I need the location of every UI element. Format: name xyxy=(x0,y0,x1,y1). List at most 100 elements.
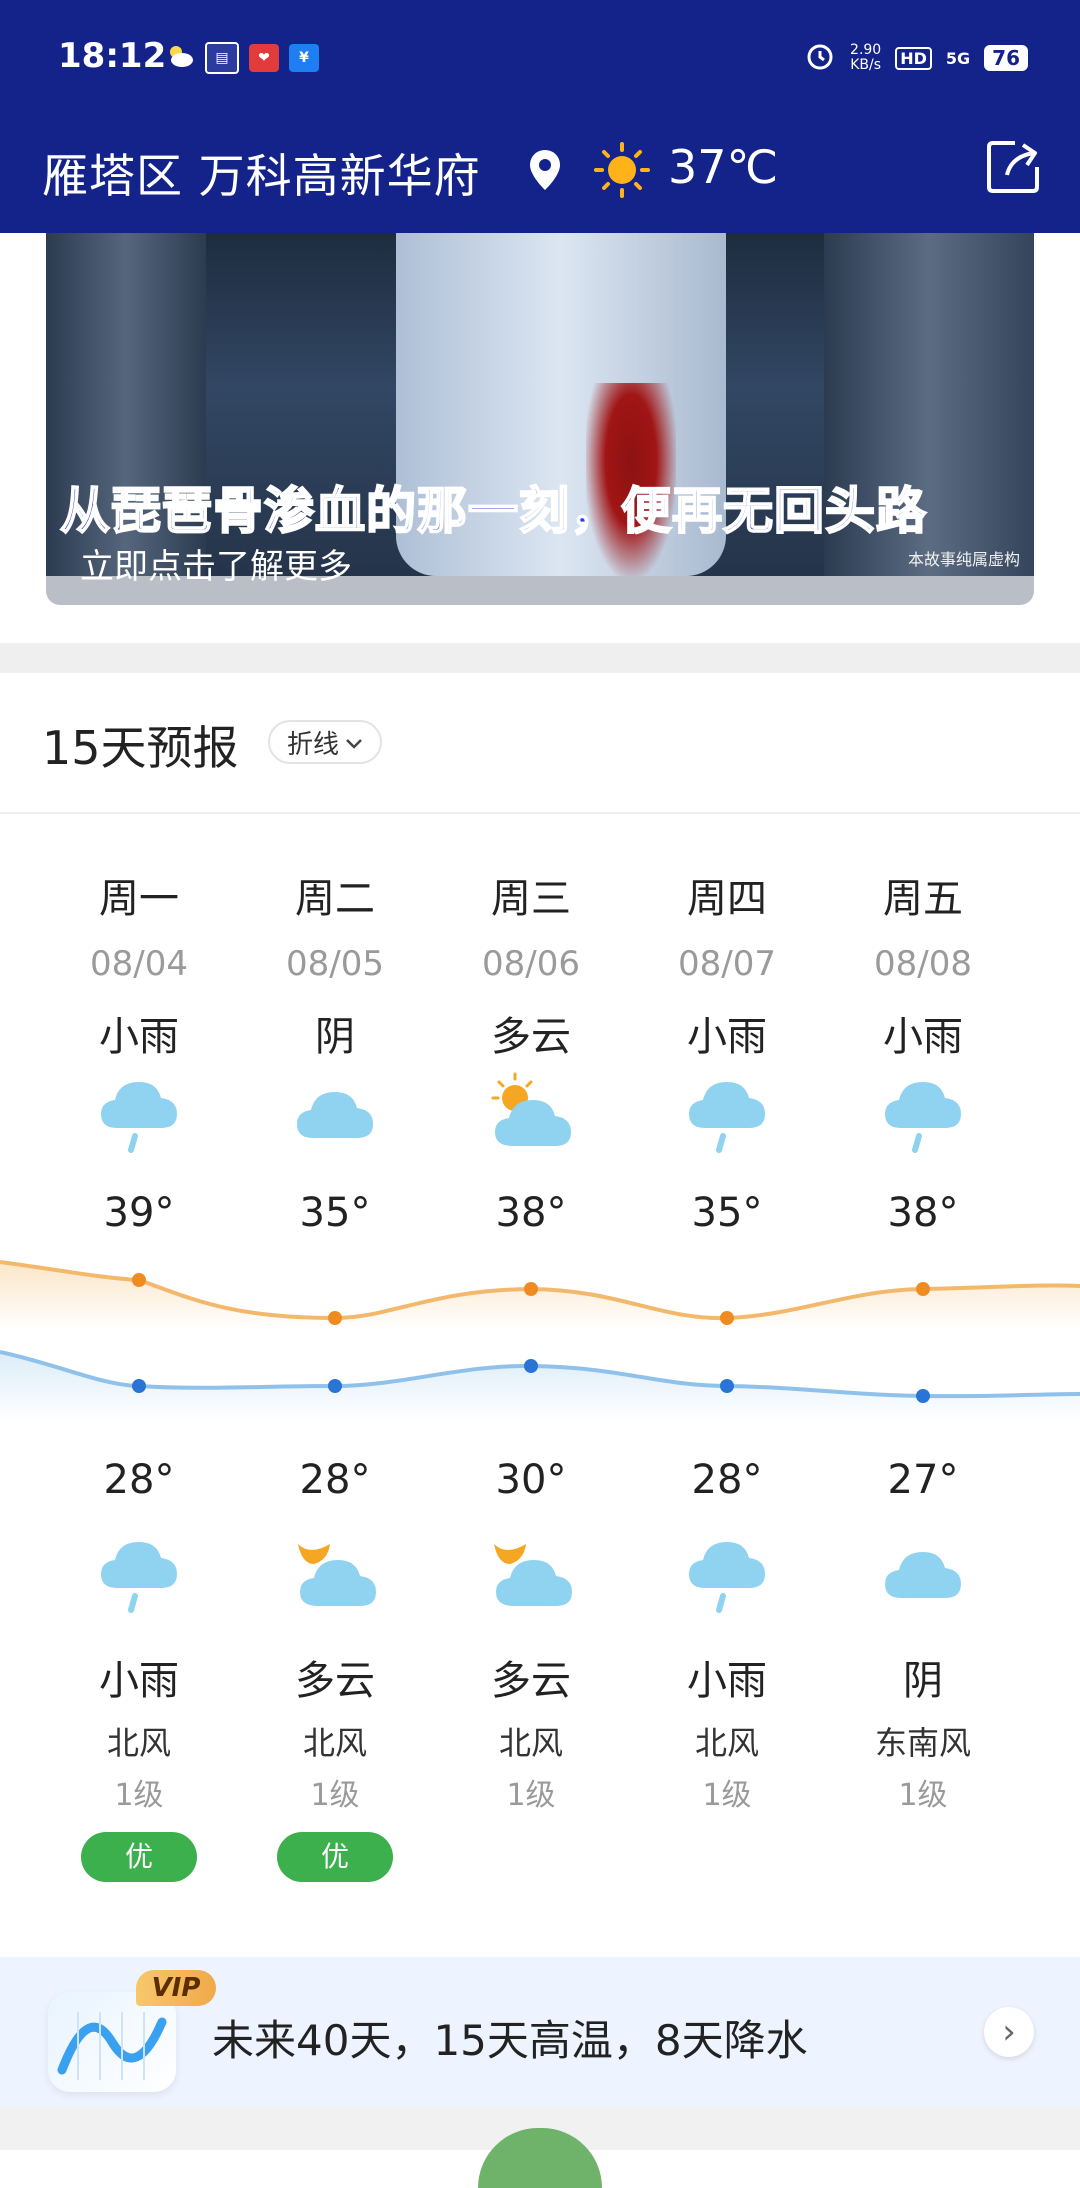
rain-icon xyxy=(99,1530,179,1618)
forecast-divider xyxy=(0,812,1080,814)
moon-cloud-icon xyxy=(290,1530,380,1618)
toutiao-app-icon: ▤ xyxy=(205,42,239,74)
day-column[interactable]: 周一 08/04 小雨 xyxy=(41,866,237,1062)
status-right: 2.90 KB/s HD 5G 76 xyxy=(804,40,1028,76)
low-temp: 28° xyxy=(691,1457,763,1503)
weekday: 周二 xyxy=(295,876,375,922)
net-speed-value: 2.90 xyxy=(850,42,882,58)
low-temp-dot xyxy=(720,1379,734,1393)
night-condition: 小雨 xyxy=(687,1658,767,1704)
wind-direction: 北风 xyxy=(498,1724,563,1762)
low-temp-dot xyxy=(916,1389,930,1403)
chart-mode-label: 折线 xyxy=(286,729,339,760)
signal-5g-icon: 5G xyxy=(945,48,971,68)
rain-icon xyxy=(99,1070,179,1158)
night-condition: 阴 xyxy=(903,1658,943,1704)
wind-direction: 北风 xyxy=(106,1724,171,1762)
wind-direction: 北风 xyxy=(694,1724,759,1762)
forecast-trend-icon xyxy=(48,1992,176,2092)
net-speed-unit: KB/s xyxy=(850,57,882,73)
top-bar: 18:12 ▤ ❤ ¥ 2.90 KB/s HD 5G 76 雁塔区 万科高新华… xyxy=(0,0,1080,233)
day-condition: 小雨 xyxy=(883,1014,963,1060)
aqi-badge[interactable]: 优 xyxy=(81,1832,197,1882)
date: 08/07 xyxy=(678,944,776,984)
banner-disclaimer: 本故事纯属虚构 xyxy=(907,550,1020,569)
day-condition: 小雨 xyxy=(99,1014,179,1060)
date: 08/08 xyxy=(874,944,972,984)
battery-icon: 76 xyxy=(984,45,1028,71)
weekday: 周五 xyxy=(883,876,963,922)
high-temp-dot xyxy=(524,1282,538,1296)
low-temp-dot xyxy=(524,1359,538,1373)
chart-mode-dropdown[interactable]: 折线 xyxy=(268,720,382,764)
high-temp: 39° xyxy=(103,1190,175,1236)
night-condition: 多云 xyxy=(491,1658,571,1704)
high-temp: 35° xyxy=(691,1190,763,1236)
share-icon[interactable] xyxy=(985,137,1043,199)
high-temp-dot xyxy=(916,1282,930,1296)
date: 08/05 xyxy=(286,944,384,984)
high-temp: 35° xyxy=(299,1190,371,1236)
vip-promo-text: 未来40天，15天高温，8天降水 xyxy=(212,2016,808,2065)
sun-icon xyxy=(592,140,652,204)
date: 08/06 xyxy=(482,944,580,984)
day-column[interactable]: 周二 08/05 阴 xyxy=(237,866,433,1062)
banner-headline: 从琵琶骨渗血的那一刻，便再无回头路 xyxy=(59,481,927,541)
night-info: 阴 东南风 1级 xyxy=(825,1648,1021,1814)
night-condition: 小雨 xyxy=(99,1658,179,1704)
alipay-app-icon: ¥ xyxy=(289,44,319,72)
low-temp: 28° xyxy=(103,1457,175,1503)
night-info: 多云 北风 1级 xyxy=(433,1648,629,1814)
status-time: 18:12 xyxy=(58,36,167,76)
day-condition: 阴 xyxy=(315,1014,355,1060)
day-column[interactable]: 周五 08/08 小雨 xyxy=(825,866,1021,1062)
hd-icon: HD xyxy=(895,46,932,70)
low-temp-dot xyxy=(328,1379,342,1393)
notification-icons: ▤ ❤ ¥ xyxy=(165,42,319,74)
cloud-icon xyxy=(295,1078,375,1152)
day-condition: 小雨 xyxy=(687,1014,767,1060)
wind-level: 1级 xyxy=(702,1778,752,1813)
low-temp: 30° xyxy=(495,1457,567,1503)
high-temp: 38° xyxy=(495,1190,567,1236)
night-info: 多云 北风 1级 优 xyxy=(237,1648,433,1882)
low-temp-dot xyxy=(132,1379,146,1393)
temperature-curve-chart xyxy=(0,1260,1080,1420)
day-column[interactable]: 周三 08/06 多云 xyxy=(433,866,629,1062)
rain-icon xyxy=(687,1070,767,1158)
location-name[interactable]: 雁塔区 万科高新华府 xyxy=(42,140,481,206)
chevron-right-icon[interactable]: › xyxy=(984,2007,1034,2057)
wind-level: 1级 xyxy=(898,1778,948,1813)
weekday: 周一 xyxy=(99,876,179,922)
alarm-icon xyxy=(804,40,836,76)
low-temp: 27° xyxy=(887,1457,959,1503)
section-divider xyxy=(0,643,1080,673)
high-temp: 38° xyxy=(887,1190,959,1236)
aqi-badge[interactable]: 优 xyxy=(277,1832,393,1882)
high-temp-dot xyxy=(132,1273,146,1287)
night-info: 小雨 北风 1级 优 xyxy=(41,1648,237,1882)
sun-cloud-icon xyxy=(485,1068,575,1160)
location-pin-icon[interactable] xyxy=(527,148,563,196)
low-temp: 28° xyxy=(299,1457,371,1503)
day-column[interactable]: 周四 08/07 小雨 xyxy=(629,866,825,1062)
high-temp-dot xyxy=(328,1311,342,1325)
vip-badge: VIP xyxy=(136,1970,216,2006)
wind-level: 1级 xyxy=(114,1778,164,1813)
net-speed: 2.90 KB/s xyxy=(850,43,881,73)
night-info: 小雨 北风 1级 xyxy=(629,1648,825,1814)
rain-icon xyxy=(883,1070,963,1158)
wind-direction: 北风 xyxy=(302,1724,367,1762)
wind-direction: 东南风 xyxy=(874,1724,971,1762)
wind-level: 1级 xyxy=(310,1778,360,1813)
chevron-down-icon xyxy=(345,727,363,757)
day-condition: 多云 xyxy=(491,1014,571,1060)
high-temp-dot xyxy=(720,1311,734,1325)
high-temp-glow xyxy=(0,1262,1080,1330)
heart-app-icon: ❤ xyxy=(249,44,279,72)
rain-icon xyxy=(687,1530,767,1618)
ad-banner[interactable]: 从琵琶骨渗血的那一刻，便再无回头路 立即点击了解更多 本故事纯属虚构 xyxy=(46,233,1034,605)
weather-notif-icon xyxy=(165,43,195,73)
forecast-title: 15天预报 xyxy=(42,721,239,775)
current-temperature: 37℃ xyxy=(668,140,779,194)
